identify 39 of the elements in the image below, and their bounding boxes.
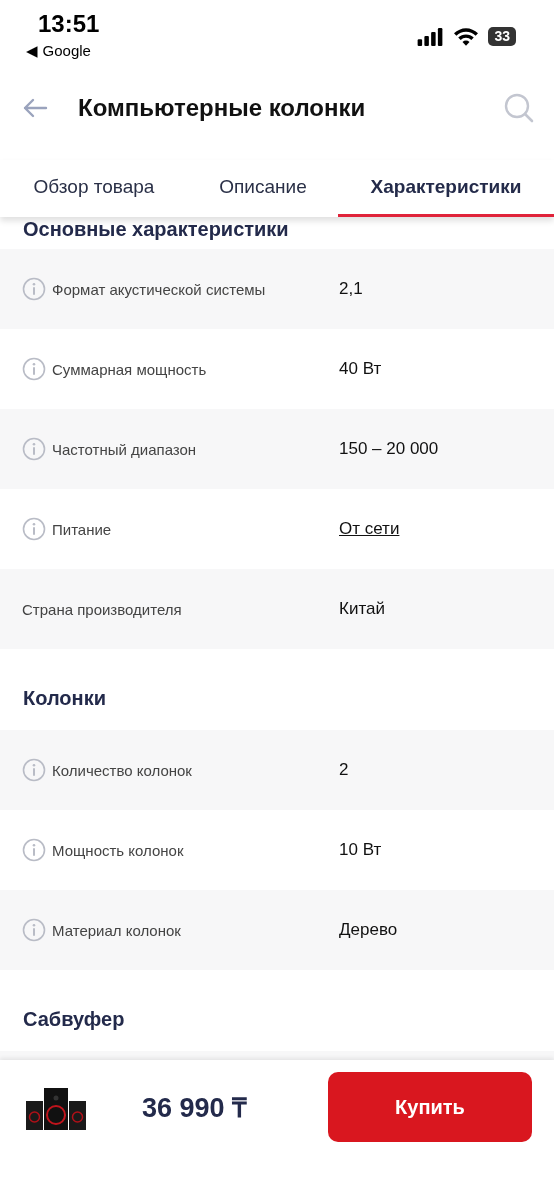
status-time: 13:51 — [38, 10, 100, 38]
battery-indicator: 33 — [488, 27, 516, 46]
back-button[interactable] — [22, 97, 48, 118]
spec-value: 40 Вт — [339, 359, 382, 379]
wifi-icon — [454, 27, 479, 46]
price: 36 990 ₸ — [142, 1092, 249, 1125]
spec-value-link[interactable]: От сети — [339, 519, 400, 539]
spec-name: Частотный диапазон — [52, 440, 197, 458]
info-icon — [22, 357, 46, 381]
section-heading: Основные характеристики — [22, 217, 290, 242]
info-icon — [22, 918, 46, 942]
spec-name: Количество колонок — [52, 761, 192, 779]
info-icon — [22, 517, 46, 541]
info-icon — [22, 758, 46, 782]
spec-value: Китай — [339, 599, 385, 619]
spec-value: 150 – 20 000 — [339, 439, 439, 459]
spec-value: 2,1 — [339, 279, 363, 299]
info-icon — [22, 838, 46, 862]
spec-name: Страна производителя — [22, 600, 182, 618]
info-icon — [22, 277, 46, 301]
tab[interactable]: Характеристики — [338, 160, 554, 217]
spec-name: Питание — [52, 520, 112, 538]
tab[interactable]: Обзор товара — [0, 160, 188, 217]
spec-value: 2 — [339, 760, 349, 780]
signal-icon — [416, 27, 445, 46]
page-title: Компьютерные колонки — [78, 93, 367, 122]
spec-name: Материал колонок — [52, 921, 181, 939]
spec-value: 10 Вт — [339, 840, 382, 860]
spec-value: Дерево — [339, 920, 398, 940]
section-heading: Колонки — [22, 686, 107, 711]
search-button[interactable] — [504, 92, 534, 123]
info-icon — [22, 437, 46, 461]
spec-name: Мощность колонок — [52, 841, 184, 859]
spec-name: Суммарная мощность — [52, 360, 207, 378]
spec-name: Формат акустической системы — [52, 280, 266, 298]
back-to-app-link[interactable]: ◀ Google — [26, 42, 91, 60]
tab[interactable]: Описание — [188, 160, 338, 217]
section-heading: Сабвуфер — [22, 1007, 126, 1032]
buy-button[interactable]: Купить — [328, 1072, 532, 1142]
